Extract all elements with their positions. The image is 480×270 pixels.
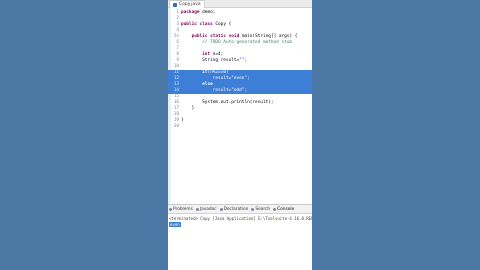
line-number: 20 <box>173 124 179 129</box>
java-file-icon <box>173 2 177 7</box>
javadoc-icon <box>195 207 199 211</box>
right-background <box>312 0 480 270</box>
tab-label: Search <box>255 206 271 212</box>
editor-tab-bar: Copy.java <box>168 0 312 8</box>
tab-label: Declaration <box>223 206 249 212</box>
editor-tab-label: Copy.java <box>179 2 201 7</box>
tab-javadoc[interactable]: Javadoc <box>195 206 217 212</box>
tab-label: Console <box>277 206 295 212</box>
eclipse-window: Copy.java 1 package demo; 2 3 public class C… <box>168 0 312 270</box>
tab-problems[interactable]: Problems <box>169 207 193 212</box>
tab-label: Javadoc <box>199 206 217 212</box>
left-background <box>0 0 168 270</box>
tab-search[interactable]: Search <box>251 207 270 212</box>
bottom-tab-bar: Problems Javadoc Declaration Search Console <box>168 205 312 214</box>
tab-declaration[interactable]: Declaration <box>219 206 249 212</box>
editor-tab-copy-java[interactable]: Copy.java <box>169 0 205 8</box>
tab-label: Problems <box>173 206 193 212</box>
code-editor[interactable]: 1 package demo; 2 3 public class Copy {4 5⊖ p… <box>168 8 312 204</box>
problems-icon <box>169 207 172 211</box>
search-icon <box>251 207 255 211</box>
code-line[interactable]: 20 <box>168 124 312 130</box>
bottom-panel: Problems Javadoc Declaration Search Console … <box>168 204 312 270</box>
console-output[interactable]: even <box>169 222 181 227</box>
tab-console[interactable]: Console <box>273 207 294 212</box>
console-icon <box>273 207 277 211</box>
declaration-icon <box>219 207 223 211</box>
console-status-line: <terminated> Copy [Java Application] E:\… <box>169 216 312 221</box>
